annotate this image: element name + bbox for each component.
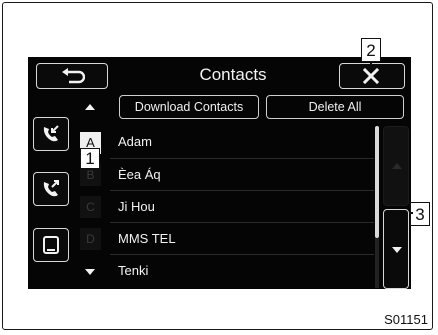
scrollbar-track[interactable] [375,238,379,288]
scroll-down-arrow-icon[interactable] [84,268,96,276]
alpha-index-c[interactable]: C [80,196,101,218]
callout-3-leader [409,212,413,214]
phone-outgoing-icon [43,180,59,197]
contact-row[interactable]: Tenki [110,254,374,286]
callout-2: 2 [361,38,381,62]
phonebook-button[interactable] [33,228,69,262]
outgoing-calls-button[interactable] [33,172,69,206]
page-up-arrow-icon [392,163,402,169]
scrollbar-thumb[interactable] [375,126,379,238]
figure-code: S01151 [384,312,428,327]
page-down-button[interactable] [383,209,409,289]
download-contacts-button[interactable]: Download Contacts [119,95,259,119]
alpha-index-d[interactable]: D [80,228,101,250]
contacts-screen: Contacts A B C D Download Contacts Delet… [28,57,411,289]
back-button[interactable] [36,63,108,89]
contact-row[interactable]: Adam [110,126,374,158]
callout-2-leader [370,62,372,65]
scroll-up-arrow-icon[interactable] [84,103,96,111]
page-down-arrow-icon [392,247,402,253]
phonebook-icon [43,236,59,254]
close-button[interactable] [339,63,405,89]
contact-row[interactable]: MMS TEL [110,222,374,254]
back-arrow-icon [62,68,85,84]
page-title: Contacts [199,65,267,84]
incoming-calls-button[interactable] [33,117,69,151]
close-icon [362,67,380,85]
callout-3: 3 [410,202,430,226]
delete-all-button[interactable]: Delete All [266,95,404,119]
page-up-button[interactable] [383,126,409,206]
phone-incoming-icon [43,125,59,142]
contact-row[interactable]: Èea Áq [110,158,374,190]
contact-row[interactable]: Ji Hou [110,190,374,222]
callout-1: 1 [80,148,100,169]
